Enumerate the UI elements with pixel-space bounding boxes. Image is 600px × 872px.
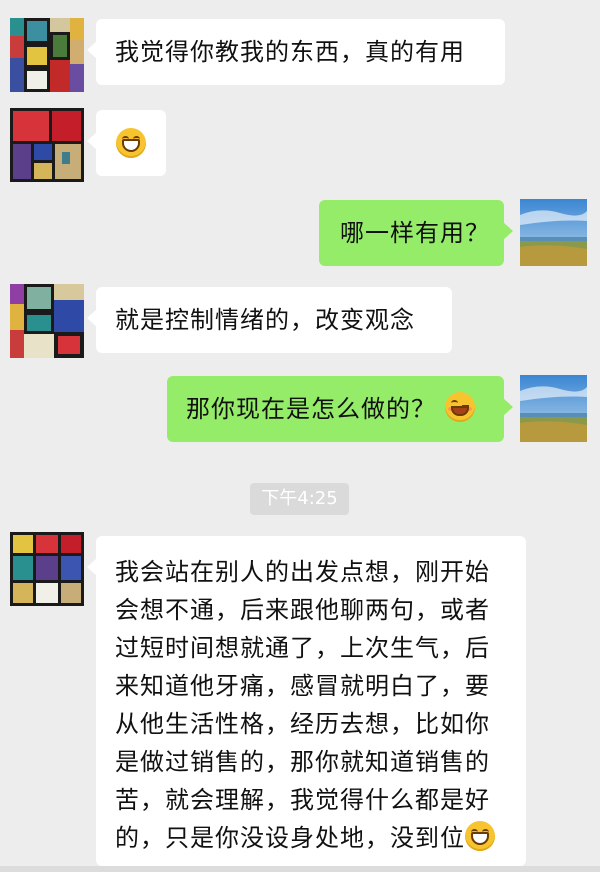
message-line: 是做过销售的，那你就知道销售的	[115, 748, 490, 776]
message-bubble-sent[interactable]: 那你现在是怎么做的？	[167, 376, 513, 442]
bottom-divider	[0, 866, 600, 872]
message-text: 的，只是你没设身处地，没到位	[115, 824, 465, 852]
message-line: 苦，就会理解，我觉得什么都是好	[115, 786, 490, 814]
message-text: 就是控制情绪的，改变观念	[115, 306, 415, 334]
message-line: 的，只是你没设身处地，没到位	[115, 819, 526, 857]
message-line: 我会站在别人的出发点想，刚开始	[115, 558, 490, 586]
message-line: 从他生活性格，经历去想，比如你	[115, 710, 490, 738]
message-line: 过短时间想就通了，上次生气，后	[115, 634, 490, 662]
grinning-face-icon	[465, 821, 495, 851]
contact-avatar[interactable]	[10, 284, 84, 358]
message-bubble-received[interactable]: 就是控制情绪的，改变观念	[87, 287, 452, 353]
message-text: 哪一样有用？	[340, 219, 490, 247]
grinning-face-icon	[116, 128, 146, 158]
message-bubble-received[interactable]	[87, 110, 166, 176]
timestamp: 下午4:25	[250, 483, 349, 515]
contact-avatar[interactable]	[10, 108, 84, 182]
message-bubble-received[interactable]: 我觉得你教我的东西，真的有用	[87, 19, 505, 85]
message-text: 那你现在是怎么做的？	[186, 395, 436, 423]
message-bubble-sent[interactable]: 哪一样有用？	[319, 200, 513, 266]
my-avatar[interactable]	[520, 199, 587, 266]
smirking-face-icon	[444, 392, 475, 422]
my-avatar[interactable]	[520, 375, 587, 442]
message-line: 来知道他牙痛，感冒就明白了，要	[115, 672, 490, 700]
contact-avatar[interactable]	[10, 532, 84, 606]
message-bubble-received[interactable]: 我会站在别人的出发点想，刚开始 会想不通，后来跟他聊两句，或者 过短时间想就通了…	[87, 536, 526, 866]
message-text: 我觉得你教我的东西，真的有用	[115, 38, 465, 66]
message-line: 会想不通，后来跟他聊两句，或者	[115, 596, 490, 624]
contact-avatar[interactable]	[10, 18, 84, 92]
